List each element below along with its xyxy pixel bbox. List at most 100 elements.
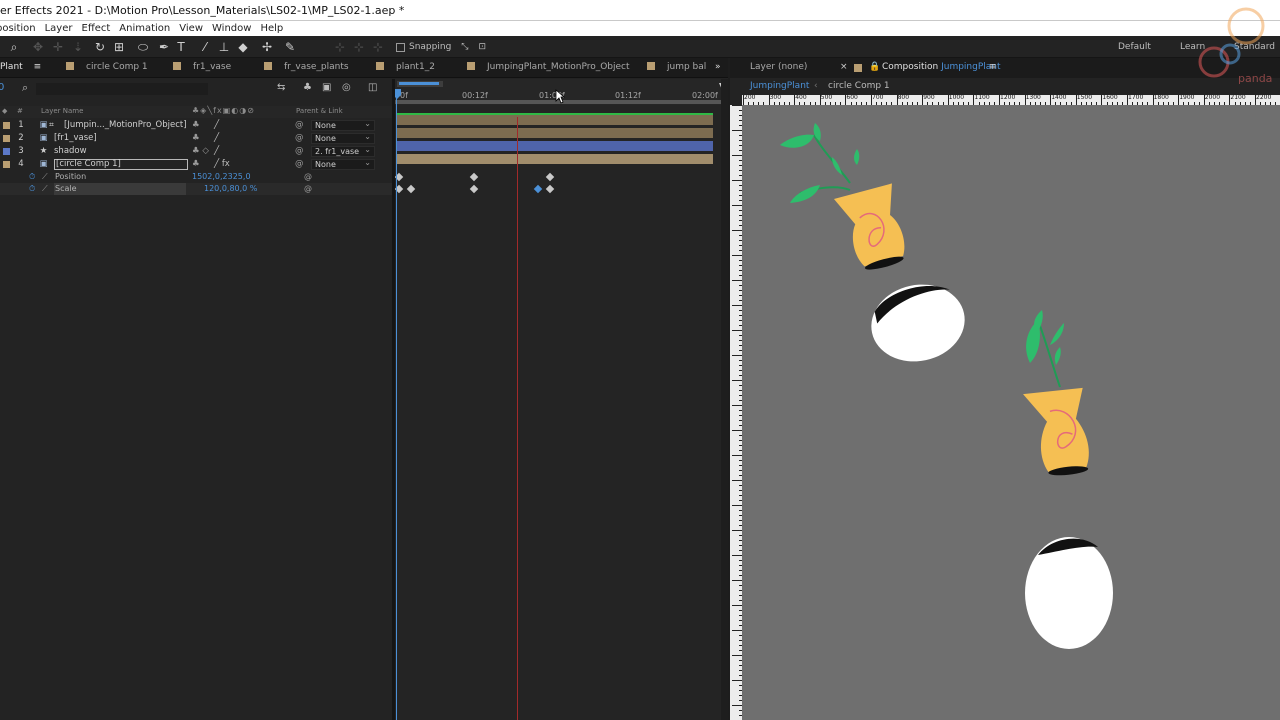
keyframe[interactable] <box>545 184 555 194</box>
label-swatch[interactable] <box>3 148 10 155</box>
keyframe[interactable] <box>406 184 416 194</box>
layer-row-3[interactable]: 3 ★ shadow ♣ ◇ ╱ @ 2. fr1_vase <box>0 145 392 158</box>
pickwhip-icon[interactable]: @ <box>295 145 304 158</box>
tab-circle-comp-1[interactable]: circle Comp 1 <box>66 58 148 78</box>
rotate-icon[interactable]: ↻ <box>92 39 108 55</box>
layer-name-column-header[interactable]: Layer Name <box>41 107 83 115</box>
type-tool-icon[interactable]: T <box>173 39 189 55</box>
position-property-row[interactable]: ⏱ ⟋ Position 1502,0,2325,0 @ <box>0 171 392 183</box>
menu-view[interactable]: View <box>179 23 203 34</box>
close-icon[interactable]: × <box>840 58 848 77</box>
camera-orbit-icon[interactable]: ✥ <box>30 39 46 55</box>
shy-switch-icon[interactable]: ♣ <box>192 119 200 132</box>
frame-blending-icon[interactable]: ▣ <box>322 82 331 93</box>
tab-plant1-2[interactable]: plant1_2 <box>376 58 435 78</box>
panel-menu-icon[interactable]: ≡ <box>34 62 42 72</box>
collapse-icon[interactable]: ⌗ <box>49 119 54 132</box>
scale-property-row[interactable]: ⏱ ⟋ Scale 120,0,80,0 % @ <box>0 183 392 195</box>
quality-switch-icon[interactable]: ╱ <box>214 132 219 145</box>
pickwhip-icon[interactable]: @ <box>295 158 304 171</box>
layer-name[interactable]: [fr1_vase] <box>54 132 97 145</box>
menu-composition[interactable]: position <box>0 23 36 34</box>
menu-help[interactable]: Help <box>260 23 283 34</box>
snapping-checkbox[interactable] <box>396 42 405 52</box>
menu-effect[interactable]: Effect <box>82 23 111 34</box>
menu-window[interactable]: Window <box>212 23 251 34</box>
keyframe-selected[interactable] <box>533 184 543 194</box>
stopwatch-icon[interactable]: ⏱ <box>29 183 35 195</box>
dolly-icon[interactable]: ⇣ <box>70 39 86 55</box>
search-input[interactable] <box>36 83 208 95</box>
snap-features-icon[interactable]: ⊡ <box>478 42 486 52</box>
label-swatch[interactable] <box>3 135 10 142</box>
puppet-pin-icon[interactable]: ✎ <box>282 39 298 55</box>
keyframe[interactable] <box>545 172 555 182</box>
parent-dropdown[interactable]: None <box>311 132 375 144</box>
pickwhip-icon[interactable]: @ <box>295 119 304 132</box>
layer-4-bar[interactable] <box>397 154 713 164</box>
vertical-ruler[interactable] <box>730 105 742 720</box>
pickwhip-icon[interactable]: @ <box>304 183 312 195</box>
quality-switch-icon[interactable]: ╱ <box>214 119 219 132</box>
composition-viewer[interactable] <box>742 105 1280 720</box>
layer-name[interactable]: [circle Comp 1] <box>54 159 188 170</box>
keyframe[interactable] <box>469 172 479 182</box>
lock-icon[interactable]: 🔒 <box>869 58 880 77</box>
layer-3-bar[interactable] <box>397 141 713 151</box>
motion-blur-icon[interactable]: ◎ <box>342 82 351 93</box>
layer-name[interactable]: shadow <box>54 145 87 158</box>
horizontal-ruler[interactable]: 200 300 400 500 600 700 800 900 1000 1100 1200 1300… <box>742 95 1280 105</box>
brush-tool-icon[interactable]: ⁄ <box>197 39 213 55</box>
clone-stamp-icon[interactable]: ⊥ <box>216 39 232 55</box>
parent-dropdown[interactable]: None <box>311 158 375 170</box>
ellipse-tool-icon[interactable]: ⬭ <box>135 39 151 55</box>
stopwatch-icon[interactable]: ⏱ <box>29 171 35 183</box>
comp-mini-flowchart-icon[interactable]: ⇆ <box>277 82 285 93</box>
zoom-tool-icon[interactable]: ⌕ <box>6 39 22 55</box>
tab-composition[interactable]: Composition JumpingPlant <box>882 58 1001 77</box>
tab-jumpingplant[interactable]: Plant ≡ <box>0 58 41 78</box>
tab-jump-bal[interactable]: jump bal <box>647 58 706 78</box>
tabs-overflow-icon[interactable]: » <box>715 58 721 78</box>
axis-view-icon[interactable]: ⊹ <box>370 39 386 55</box>
scale-value[interactable]: 120,0,80,0 % <box>204 183 257 195</box>
layer-2-bar[interactable] <box>397 128 713 138</box>
timeline-scrollbar[interactable] <box>721 79 728 720</box>
time-graph-area[interactable]: 0f 00:12f 01:00f 01:12f 02:00f <box>395 79 728 720</box>
layer-1-bar[interactable] <box>397 115 713 125</box>
parent-column-header[interactable]: Parent & Link <box>296 107 343 115</box>
quality-switch-icon[interactable]: ╱ <box>214 145 219 158</box>
parent-dropdown[interactable]: None <box>311 119 375 131</box>
menu-animation[interactable]: Animation <box>119 23 170 34</box>
current-time-indicator[interactable] <box>396 89 397 720</box>
keyframe[interactable] <box>469 184 479 194</box>
pan-behind-icon[interactable]: ⊞ <box>111 39 127 55</box>
pen-tool-icon[interactable]: ✒ <box>156 39 172 55</box>
pickwhip-icon[interactable]: @ <box>295 132 304 145</box>
roto-brush-icon[interactable]: ✢ <box>259 39 275 55</box>
work-area-range[interactable] <box>399 82 439 85</box>
graph-icon[interactable]: ⟋ <box>42 171 48 183</box>
axis-local-icon[interactable]: ⊹ <box>332 39 348 55</box>
label-swatch[interactable] <box>3 161 10 168</box>
position-value[interactable]: 1502,0,2325,0 <box>192 171 251 183</box>
tab-fr-vase-plants[interactable]: fr_vase_plants <box>264 58 349 78</box>
shy-switch-icon[interactable]: ♣ <box>192 132 200 145</box>
breadcrumb-circle-comp[interactable]: circle Comp 1 <box>828 78 890 94</box>
pickwhip-icon[interactable]: @ <box>304 171 312 183</box>
layer-row-4[interactable]: 4 ▣ [circle Comp 1] ♣ ╱ fx @ None <box>0 158 392 171</box>
effects-switch-icon[interactable]: ╱ fx <box>214 158 230 171</box>
label-swatch[interactable] <box>3 122 10 129</box>
layer-viewer-tab[interactable]: Layer (none) <box>750 58 807 77</box>
eraser-icon[interactable]: ◆ <box>235 39 251 55</box>
menu-layer[interactable]: Layer <box>45 23 73 34</box>
panel-menu-icon[interactable]: ≡ <box>989 58 997 77</box>
pan-icon[interactable]: ✛ <box>50 39 66 55</box>
shy-switch-icon[interactable]: ♣ ◇ <box>192 145 209 158</box>
axis-world-icon[interactable]: ⊹ <box>351 39 367 55</box>
tab-fr1-vase[interactable]: fr1_vase <box>173 58 231 78</box>
graph-icon[interactable]: ⟋ <box>42 183 48 195</box>
shy-switch-icon[interactable]: ♣ <box>192 158 200 171</box>
shy-layers-icon[interactable]: ♣ <box>303 82 312 93</box>
breadcrumb-jumpingplant[interactable]: JumpingPlant <box>750 78 809 94</box>
